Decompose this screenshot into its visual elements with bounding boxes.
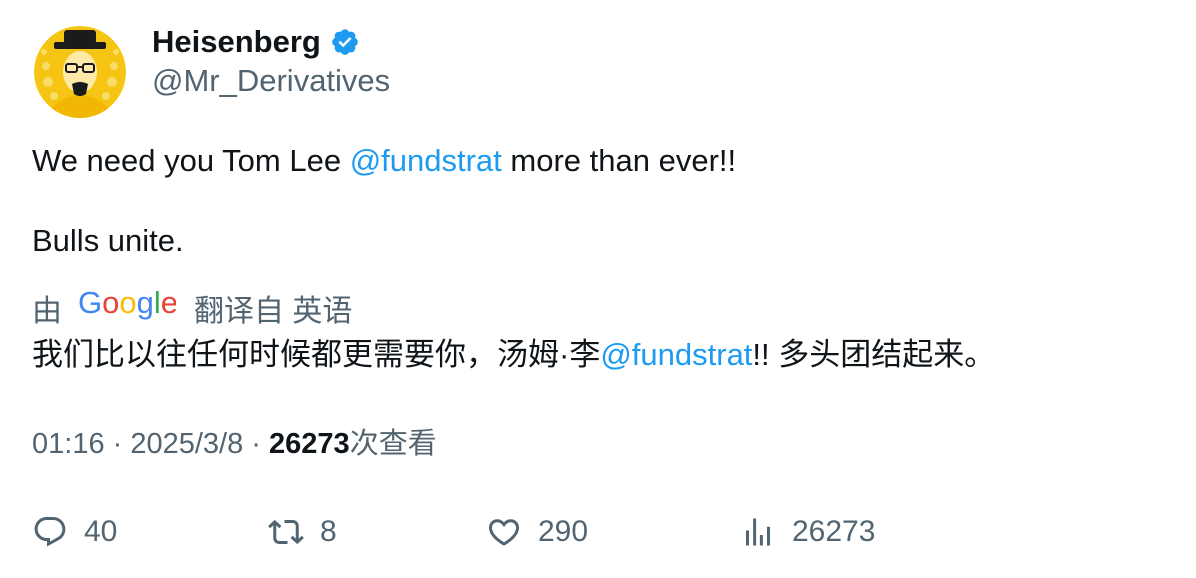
translation-source-language[interactable]: 翻译自 英语	[194, 286, 352, 330]
retweet-icon	[268, 519, 304, 545]
tweet-time[interactable]: 01:16	[32, 428, 105, 460]
translated-text: 我们比以往任何时候都更需要你，汤姆·李@fundstrat!! 多头团结起来。	[32, 336, 995, 374]
mention-link[interactable]: @fundstrat	[600, 337, 752, 372]
avatar[interactable]	[34, 26, 126, 118]
like-button[interactable]: 290	[486, 512, 588, 552]
views-count: 26273	[269, 428, 350, 460]
mention-link[interactable]: @fundstrat	[350, 143, 502, 178]
tweet-meta: 01:16 · 2025/3/8 · 26273次查看	[32, 425, 437, 463]
google-logo-icon: Google	[78, 285, 178, 329]
retweet-count: 8	[320, 515, 337, 548]
reply-button[interactable]: 40	[32, 512, 117, 552]
translated-text-part: 我们比以往任何时候都更需要你，汤姆·李	[32, 337, 601, 372]
views-label: 次查看	[349, 428, 437, 460]
heart-icon	[488, 519, 520, 546]
display-name[interactable]: Heisenberg	[152, 24, 321, 60]
meta-separator: ·	[243, 428, 270, 460]
meta-separator: ·	[104, 428, 131, 460]
tweet-date[interactable]: 2025/3/8	[130, 428, 243, 460]
tweet-text: We need you Tom Lee @fundstrat more than…	[32, 142, 736, 260]
reply-icon	[34, 517, 66, 547]
retweet-button[interactable]: 8	[268, 512, 337, 552]
author-name-row[interactable]: Heisenberg	[152, 22, 360, 62]
translation-attribution: 由 Google 翻译自 英语	[32, 285, 352, 330]
translated-text-part: !! 多头团结起来。	[752, 337, 996, 372]
views-action-count: 26273	[792, 515, 876, 548]
svg-text:Google: Google	[78, 287, 176, 320]
tweet-line-1: We need you Tom Lee @fundstrat more than…	[32, 142, 736, 180]
verified-badge-icon[interactable]	[330, 27, 360, 57]
author-handle[interactable]: @Mr_Derivatives	[152, 62, 390, 100]
tweet-text-part: more than ever!!	[501, 143, 737, 178]
translation-prefix: 由	[32, 295, 62, 328]
reply-count: 40	[84, 515, 118, 548]
views-button[interactable]: 26273	[740, 512, 875, 552]
google-wordmark: Google	[78, 285, 178, 320]
tweet-text-part: We need you Tom Lee	[32, 143, 350, 178]
tweet-line-2: Bulls unite.	[32, 223, 184, 258]
heisenberg-avatar-icon	[34, 26, 126, 118]
analytics-icon	[746, 518, 770, 546]
like-count: 290	[538, 515, 589, 548]
